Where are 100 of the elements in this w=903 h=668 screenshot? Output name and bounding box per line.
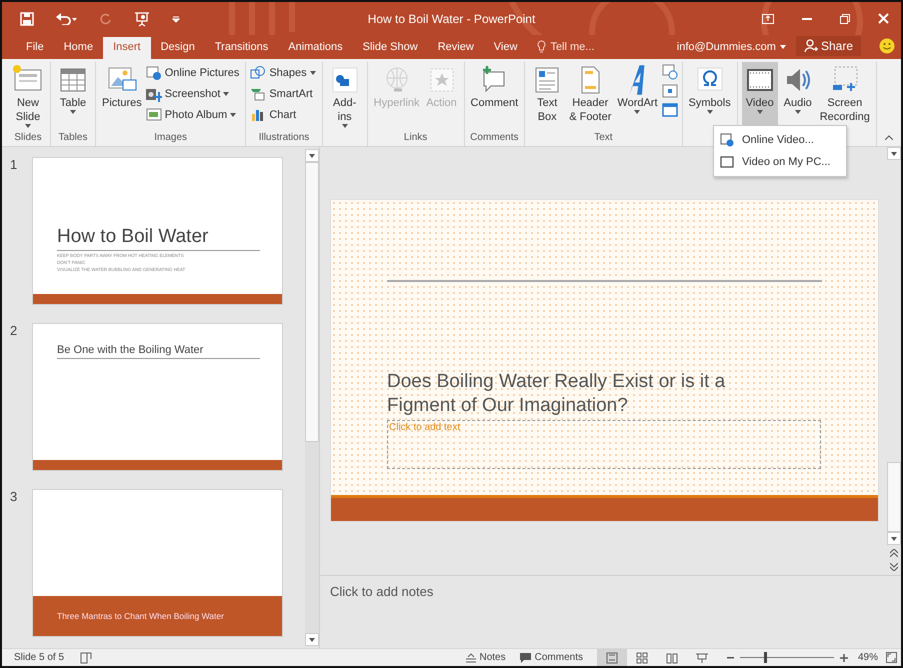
ribbon-button[interactable]: Audio: [780, 62, 816, 132]
normal-view-icon: [606, 652, 618, 664]
view-button[interactable]: [596, 649, 627, 666]
slide-number: 3: [10, 489, 18, 506]
group-label: Tables: [58, 132, 88, 143]
ribbon-tab[interactable]: Transitions: [204, 37, 278, 59]
caret-icon: [310, 71, 316, 75]
scroll-thumb[interactable]: [887, 462, 901, 532]
ribbon-tab[interactable]: View: [484, 37, 528, 59]
share-button[interactable]: Share: [796, 36, 861, 56]
customize-icon[interactable]: [172, 14, 180, 22]
account-menu[interactable]: info@Dummies.com: [676, 41, 786, 59]
date-time-icon[interactable]: [662, 64, 678, 80]
slide-number-icon[interactable]: [662, 83, 678, 99]
caret-icon: [342, 124, 348, 128]
group-label: Illustrations: [258, 132, 310, 143]
online-video-icon: [720, 133, 734, 147]
smartart-icon: [250, 86, 266, 102]
zoom-in-icon[interactable]: [840, 654, 848, 662]
scrollbar[interactable]: [305, 149, 319, 646]
object-icon[interactable]: [662, 102, 678, 118]
caret-icon: [309, 154, 315, 158]
caret-icon: [634, 110, 640, 114]
ribbon-tab[interactable]: Home: [54, 37, 104, 59]
thumbnail-title: How to Boil Water: [57, 226, 260, 251]
thumbnail-title: Three Mantras to Chant When Boiling Water: [57, 611, 224, 621]
ribbon-button[interactable]: Screen Recording: [818, 62, 872, 132]
ribbon-display-icon[interactable]: [762, 14, 774, 24]
slide-thumbnail[interactable]: Three Mantras to Chant When Boiling Water: [32, 489, 283, 637]
ribbon-tab[interactable]: Review: [428, 37, 484, 59]
ribbon-button[interactable]: New Slide: [10, 62, 46, 132]
ribbon-tab[interactable]: Slide Show: [352, 37, 428, 59]
notes-placeholder[interactable]: Click to add notes: [330, 584, 434, 599]
ribbon-button[interactable]: Photo Album: [146, 106, 242, 124]
ribbon-button[interactable]: Comment: [468, 62, 520, 132]
caret-icon: [794, 110, 801, 114]
scroll-down-button[interactable]: [305, 633, 319, 646]
previous-slide-icon[interactable]: [890, 549, 898, 557]
ribbon-button[interactable]: Text Box: [529, 62, 566, 132]
camera-icon: [146, 86, 162, 102]
slide-counter: Slide 5 of 5: [14, 652, 64, 663]
caret-icon: [891, 536, 897, 540]
lightbulb-icon: [537, 40, 546, 53]
restore-icon[interactable]: [840, 14, 850, 24]
ribbon-button[interactable]: Pictures: [100, 62, 144, 132]
caret-icon: [223, 92, 230, 96]
ribbon-button[interactable]: Table: [55, 62, 91, 132]
online-picture-icon: [146, 65, 162, 81]
scroll-down-button[interactable]: [887, 532, 901, 545]
caret-icon: [25, 124, 31, 128]
spelling-icon[interactable]: [80, 652, 92, 664]
smiley-icon[interactable]: [879, 38, 895, 54]
zoom-level[interactable]: 49%: [858, 652, 878, 663]
ribbon-button[interactable]: Screenshot: [146, 85, 242, 103]
slide-thumbnail[interactable]: Be One with the Boiling Water: [32, 323, 283, 471]
scroll-thumb[interactable]: [305, 162, 319, 442]
group-label: Comments: [470, 132, 519, 143]
thumbnail-title: Be One with the Boiling Water: [57, 344, 260, 359]
save-icon[interactable]: [20, 12, 34, 26]
slide-title[interactable]: Does Boiling Water Really Exist or is it a Figment of Our Imagination?: [387, 370, 767, 418]
ribbon-button[interactable]: Symbols: [686, 62, 733, 132]
tell-me-field[interactable]: Tell me...: [537, 40, 594, 59]
ribbon-button[interactable]: Chart: [250, 106, 318, 124]
collapse-ribbon-icon[interactable]: [885, 135, 893, 140]
comments-button[interactable]: Comments: [520, 652, 583, 663]
person-icon: [804, 39, 818, 53]
close-icon[interactable]: [878, 13, 889, 24]
ribbon-button[interactable]: Online Pictures: [146, 64, 242, 82]
shapes-icon: [250, 65, 266, 81]
ribbon-tab[interactable]: Animations: [278, 37, 353, 59]
window-title: How to Boil Water - PowerPoint: [368, 12, 536, 26]
presentation-icon[interactable]: [134, 10, 150, 26]
ribbon-button[interactable]: Shapes: [250, 64, 318, 82]
slide-sorter-icon: [636, 652, 648, 664]
menu-item[interactable]: Online Video...: [714, 129, 846, 151]
slide-number: 1: [10, 157, 18, 174]
ribbon-tab[interactable]: File: [16, 37, 54, 59]
ribbon-tab[interactable]: Insert: [103, 37, 151, 59]
photo-album-icon: [146, 107, 162, 123]
ribbon-button[interactable]: Header & Footer: [567, 62, 614, 132]
next-slide-icon[interactable]: [890, 563, 898, 571]
zoom-slider-thumb[interactable]: [764, 652, 768, 663]
slide-number: 2: [10, 323, 18, 340]
minimize-icon[interactable]: [802, 18, 812, 20]
ribbon-button[interactable]: SmartArt: [250, 85, 318, 103]
menu-item[interactable]: Video on My PC...: [714, 151, 846, 173]
caret-icon: [891, 152, 897, 156]
monitor-icon: [720, 155, 734, 169]
ribbon-tab[interactable]: Design: [150, 37, 205, 59]
fit-slide-icon[interactable]: [886, 652, 897, 663]
notes-button[interactable]: Notes: [466, 652, 506, 663]
group-label: Slides: [14, 132, 42, 143]
ribbon-button[interactable]: WordArt: [615, 62, 660, 132]
caret-icon: [230, 113, 236, 117]
ribbon-button[interactable]: Add- ins: [326, 62, 363, 132]
slide-show-icon: [696, 652, 708, 664]
notes-icon: [466, 652, 476, 662]
undo-icon[interactable]: [56, 12, 78, 24]
comment-icon: [520, 652, 531, 662]
caret-icon: [706, 110, 713, 114]
